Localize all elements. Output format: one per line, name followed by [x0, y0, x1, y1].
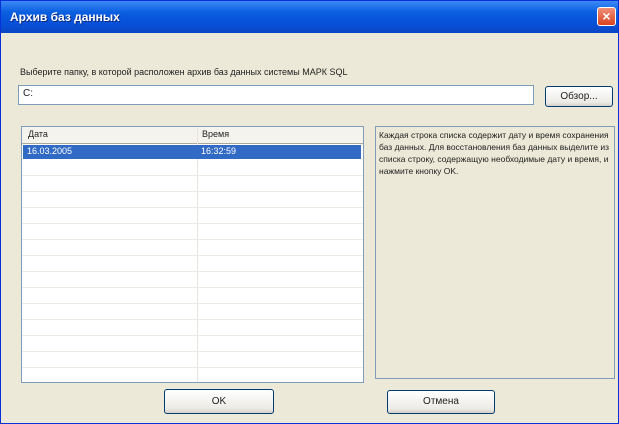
grid-line [22, 207, 363, 208]
grid-line [22, 175, 363, 176]
list-header: Дата Время [22, 127, 363, 144]
grid-line [22, 319, 363, 320]
ok-button[interactable]: OK [164, 389, 274, 414]
grid-line [22, 287, 363, 288]
title-bar[interactable]: Архив баз данных × [1, 1, 618, 33]
window-title: Архив баз данных [10, 10, 120, 24]
grid-line [22, 191, 363, 192]
archive-dialog: Архив баз данных × Выберите папку, в кот… [0, 0, 619, 424]
browse-button[interactable]: Обзор... [545, 86, 613, 107]
folder-prompt-label: Выберите папку, в которой расположен арх… [20, 67, 348, 77]
row-date: 16.03.2005 [27, 146, 73, 156]
grid-line [22, 367, 363, 368]
info-panel: Каждая строка списка содержит дату и вре… [375, 126, 615, 379]
grid-line [22, 335, 363, 336]
grid-line [22, 271, 363, 272]
table-row[interactable]: 16.03.2005 16:32:59 [23, 145, 361, 159]
grid-line [22, 303, 363, 304]
close-icon: × [602, 8, 611, 24]
grid-line [22, 239, 363, 240]
grid-line [22, 255, 363, 256]
column-header-date[interactable]: Дата [28, 129, 48, 139]
row-time: 16:32:59 [201, 146, 237, 156]
grid-line [22, 223, 363, 224]
folder-path-field[interactable]: C: [18, 85, 534, 105]
archive-list[interactable]: Дата Время 16.03.2005 16:32:59 [21, 126, 364, 383]
cancel-button[interactable]: Отмена [387, 390, 495, 414]
column-header-time[interactable]: Время [202, 129, 229, 139]
close-button[interactable]: × [597, 7, 616, 26]
grid-line [22, 351, 363, 352]
